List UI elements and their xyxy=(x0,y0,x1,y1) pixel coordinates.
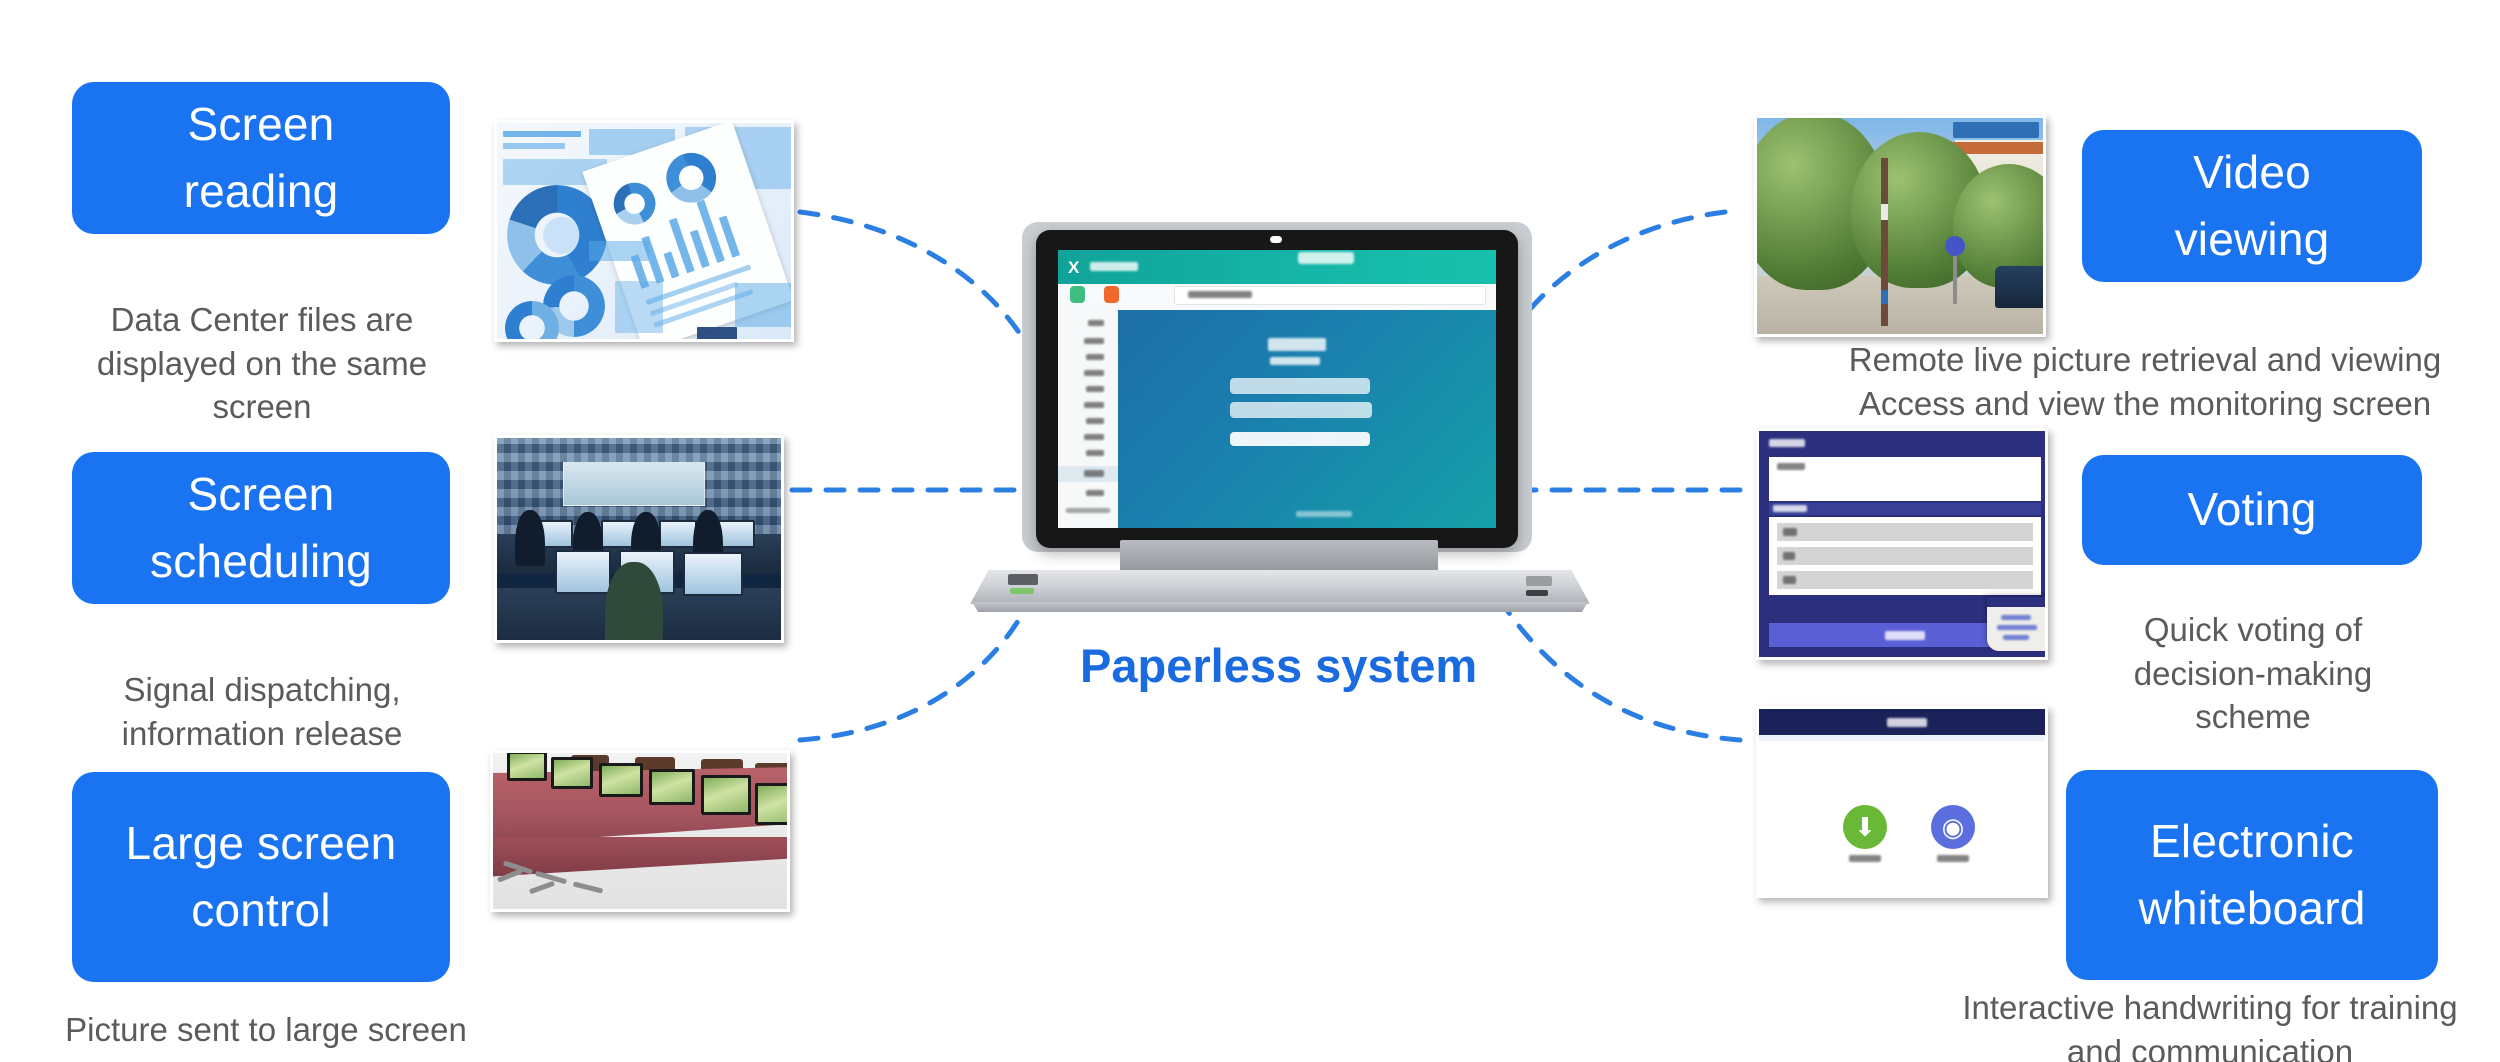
voting-keypad-overlay[interactable] xyxy=(1987,597,2045,651)
node-electronic-whiteboard-title-line2: whiteboard xyxy=(2138,882,2366,934)
node-voting[interactable]: Voting xyxy=(2082,455,2422,565)
node-video-viewing-title-line2: viewing xyxy=(2174,213,2330,265)
laptop-base-front xyxy=(972,602,1588,612)
password-field[interactable] xyxy=(1230,402,1372,418)
base-connector-left-icon xyxy=(1008,574,1038,585)
node-large-screen-control-title-line2: control xyxy=(191,884,331,936)
microphone-icon-glyph: ⬇ xyxy=(1854,812,1876,842)
laptop-illustration: X xyxy=(970,222,1590,622)
whiteboard-app-photo-content: ⬇ ◉ xyxy=(1759,709,2045,895)
caption-screen-reading: Data Center files are displayed on the s… xyxy=(96,301,428,426)
voting-title-panel xyxy=(1769,457,2041,501)
node-screen-reading-title-line1: Screen xyxy=(187,97,335,150)
conference-table-photo xyxy=(490,750,790,912)
node-video-viewing-title-line1: Video xyxy=(2193,145,2311,198)
diagram-canvas: Screen reading Data Center files are dis… xyxy=(0,0,2500,1062)
base-connector-right-icon xyxy=(1526,576,1552,586)
login-heading-blur xyxy=(1268,338,1326,351)
globe-icon-glyph: ◉ xyxy=(1941,812,1965,842)
caption-screen-scheduling: Signal dispatching, information release xyxy=(121,671,403,752)
tab-orange[interactable] xyxy=(1104,286,1119,303)
voting-option-row[interactable] xyxy=(1777,571,2033,589)
login-subheading-blur xyxy=(1270,357,1320,365)
control-room-photo xyxy=(494,435,784,643)
conference-table-photo-content xyxy=(493,753,787,909)
node-electronic-whiteboard-title-line1: Electronic xyxy=(2150,814,2354,867)
charts-report-photo xyxy=(494,120,794,342)
node-screen-scheduling-title-line2: scheduling xyxy=(150,535,372,587)
whiteboard-app-photo: ⬇ ◉ xyxy=(1756,706,2048,898)
node-screen-reading[interactable]: Screen reading xyxy=(72,82,450,234)
globe-icon[interactable]: ◉ xyxy=(1931,805,1975,849)
node-video-viewing[interactable]: Video viewing xyxy=(2082,130,2422,282)
caption-electronic-whiteboard: Interactive handwriting for training and… xyxy=(1962,989,2458,1062)
page-title: Paperless system xyxy=(1080,639,1478,692)
charts-report-photo-content xyxy=(497,123,791,339)
street-surveillance-photo xyxy=(1754,115,2046,337)
username-field[interactable] xyxy=(1230,378,1370,394)
caption-video-viewing: Remote live picture retrieval and viewin… xyxy=(1848,341,2442,422)
laptop-camera-icon xyxy=(1270,236,1282,243)
control-room-photo-content xyxy=(497,438,781,640)
voting-tablet-photo xyxy=(1756,428,2048,660)
login-button[interactable] xyxy=(1230,432,1370,446)
base-indicator-right-icon xyxy=(1526,590,1548,596)
node-screen-scheduling[interactable]: Screen scheduling xyxy=(72,452,450,604)
login-screen xyxy=(1118,310,1496,528)
node-large-screen-control[interactable]: Large screen control xyxy=(72,772,450,982)
traffic-sign-icon xyxy=(1945,236,1965,256)
microphone-icon[interactable]: ⬇ xyxy=(1843,805,1887,849)
caption-large-screen-control: Picture sent to large screen xyxy=(65,1011,467,1048)
app-logo: X xyxy=(1068,258,1080,277)
laptop-screen[interactable]: X xyxy=(1058,250,1496,528)
node-large-screen-control-title-line1: Large screen xyxy=(125,816,397,869)
tab-green[interactable] xyxy=(1070,286,1085,303)
caption-voting: Quick voting of decision-making scheme xyxy=(2133,611,2373,736)
voting-tablet-photo-content xyxy=(1759,431,2045,657)
node-screen-reading-title-line2: reading xyxy=(183,165,339,217)
base-indicator-left-icon xyxy=(1010,588,1034,594)
voting-option-row[interactable] xyxy=(1777,547,2033,565)
node-voting-title-line1: Voting xyxy=(2187,483,2317,536)
node-screen-scheduling-title-line1: Screen xyxy=(187,467,335,520)
street-surveillance-photo-content xyxy=(1757,118,2043,334)
voting-option-row[interactable] xyxy=(1777,523,2033,541)
video-wall-map xyxy=(563,462,705,506)
laptop-base xyxy=(970,570,1590,604)
node-electronic-whiteboard[interactable]: Electronic whiteboard xyxy=(2066,770,2438,980)
